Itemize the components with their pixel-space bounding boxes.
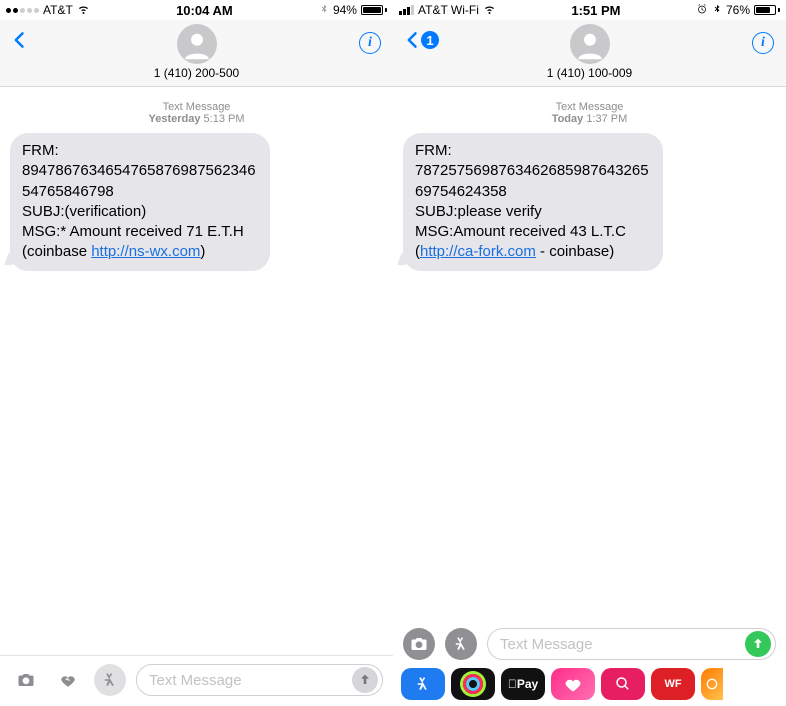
appstore-icon[interactable] xyxy=(445,628,477,660)
phone-right: AT&T Wi-Fi 1:51 PM 76% xyxy=(393,0,786,706)
carrier-label: AT&T xyxy=(43,3,73,17)
phone-left: AT&T 10:04 AM 94% xyxy=(0,0,393,706)
battery-icon xyxy=(754,5,780,15)
back-unread-badge: 1 xyxy=(421,31,439,49)
message-input[interactable]: Text Message xyxy=(136,664,383,696)
message-bubble[interactable]: FRM: 89478676346547658769875623465476584… xyxy=(10,133,270,271)
avatar[interactable] xyxy=(570,24,610,64)
app-drawer[interactable]: Pay WF xyxy=(393,664,786,706)
msg-body-b: ) xyxy=(200,243,205,260)
message-timestamp: Text Message Today 1:37 PM xyxy=(403,101,776,125)
nav-header: 1 1 (410) 100-009 i xyxy=(393,20,786,87)
drawer-wf-icon[interactable]: WF xyxy=(651,668,695,700)
msg-subj: SUBJ:(verification) xyxy=(22,203,146,220)
status-time: 1:51 PM xyxy=(571,3,620,18)
message-input[interactable]: Text Message xyxy=(487,628,776,660)
ts-day: Today xyxy=(552,113,584,125)
wifi-icon xyxy=(483,2,496,18)
bluetooth-icon xyxy=(319,3,329,18)
battery-icon xyxy=(361,5,387,15)
ts-time: 5:13 PM xyxy=(204,113,245,125)
msg-from: FRM: xyxy=(22,142,59,159)
message-placeholder: Text Message xyxy=(500,636,745,653)
drawer-digital-touch-icon[interactable] xyxy=(551,668,595,700)
battery-pct: 94% xyxy=(333,3,357,17)
battery-pct: 76% xyxy=(726,3,750,17)
msg-number: 787257569876346268598764326569754624358 xyxy=(415,162,649,199)
msg-number: 894786763465476587698756234654765846798 xyxy=(22,162,256,199)
camera-icon[interactable] xyxy=(403,628,435,660)
msg-from: FRM: xyxy=(415,142,452,159)
contact-name[interactable]: 1 (410) 100-009 xyxy=(401,66,778,80)
drawer-images-icon[interactable] xyxy=(601,668,645,700)
msg-link[interactable]: http://ns-wx.com xyxy=(91,243,200,260)
message-placeholder: Text Message xyxy=(149,672,352,689)
wifi-icon xyxy=(77,2,90,18)
avatar[interactable] xyxy=(177,24,217,64)
compose-row: Text Message xyxy=(393,622,786,664)
bluetooth-icon xyxy=(712,3,722,18)
drawer-app-partial[interactable] xyxy=(701,668,723,700)
message-source: Text Message xyxy=(10,101,383,113)
compose-row: Text Message xyxy=(0,655,393,706)
info-button[interactable]: i xyxy=(359,32,381,54)
drawer-activity-icon[interactable] xyxy=(451,668,495,700)
ts-day: Yesterday xyxy=(148,113,200,125)
msg-body-b: - coinbase) xyxy=(536,243,614,260)
message-bubble[interactable]: FRM: 78725756987634626859876432656975462… xyxy=(403,133,663,271)
message-timestamp: Text Message Yesterday 5:13 PM xyxy=(10,101,383,125)
signal-bars-icon xyxy=(399,5,414,15)
alarm-icon xyxy=(696,3,708,18)
status-bar: AT&T 10:04 AM 94% xyxy=(0,0,393,20)
chat-area: Text Message Yesterday 5:13 PM FRM: 8947… xyxy=(0,87,393,655)
signal-dots-icon xyxy=(6,8,39,13)
nav-header: 1 (410) 200-500 i xyxy=(0,20,393,87)
ts-time: 1:37 PM xyxy=(586,113,627,125)
chat-area: Text Message Today 1:37 PM FRM: 78725756… xyxy=(393,87,786,622)
camera-icon[interactable] xyxy=(10,664,42,696)
drawer-apple-pay[interactable]: Pay xyxy=(501,668,545,700)
carrier-label: AT&T Wi-Fi xyxy=(418,3,479,17)
contact-name[interactable]: 1 (410) 200-500 xyxy=(8,66,385,80)
msg-link[interactable]: http://ca-fork.com xyxy=(420,243,536,260)
status-time: 10:04 AM xyxy=(176,3,233,18)
back-button[interactable] xyxy=(10,26,30,54)
msg-subj: SUBJ:please verify xyxy=(415,203,542,220)
status-bar: AT&T Wi-Fi 1:51 PM 76% xyxy=(393,0,786,20)
digital-touch-icon[interactable] xyxy=(52,664,84,696)
send-button[interactable] xyxy=(745,631,771,657)
info-button[interactable]: i xyxy=(752,32,774,54)
drawer-app-store[interactable] xyxy=(401,668,445,700)
back-button[interactable]: 1 xyxy=(403,26,439,54)
message-source: Text Message xyxy=(403,101,776,113)
send-button[interactable] xyxy=(352,667,378,693)
appstore-icon[interactable] xyxy=(94,664,126,696)
